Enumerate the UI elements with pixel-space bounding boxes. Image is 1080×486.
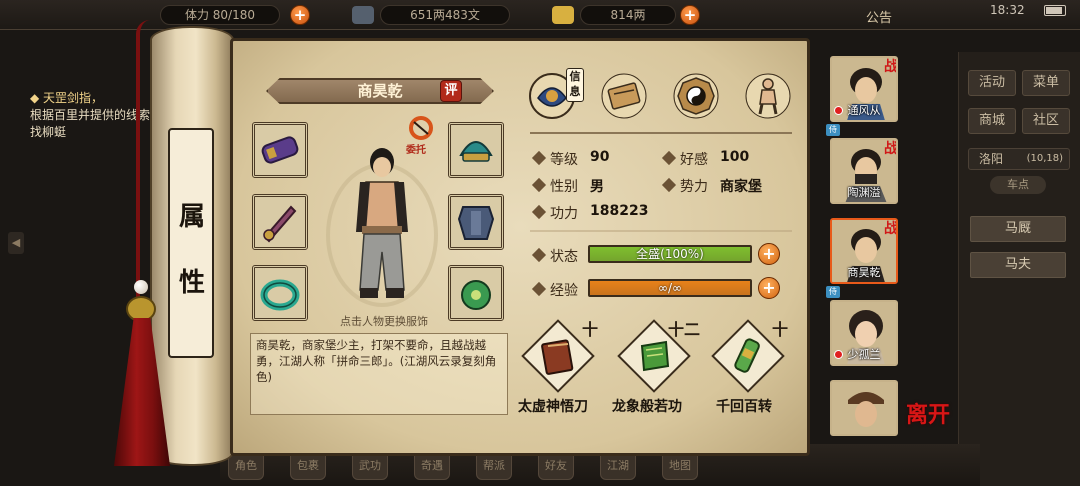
member-name: 商昊乾 bbox=[847, 266, 881, 279]
evaluate-button[interactable]: 评 bbox=[440, 80, 462, 102]
silver-ingot-icon bbox=[552, 6, 574, 24]
member-name: 陶渊溢 bbox=[847, 186, 881, 199]
equip-slot-amulet[interactable] bbox=[448, 265, 504, 321]
menu-button[interactable]: 菜单 bbox=[1022, 70, 1070, 96]
location-indicator[interactable]: 洛阳 (10,18) bbox=[968, 148, 1070, 170]
scroll-title: 属性 bbox=[178, 202, 205, 298]
exp-label: 经验 bbox=[550, 283, 578, 299]
shop-button[interactable]: 商城 bbox=[968, 108, 1016, 134]
skill-1-name: 太虚神悟刀 bbox=[518, 399, 588, 415]
character-description: 商昊乾，商家堡少主，打架不要命，且越战越勇，江湖人称「拼命三郎」。(江湖风云录复… bbox=[250, 333, 508, 415]
in-battle-mark: 战 bbox=[884, 59, 898, 75]
leave-button[interactable]: 离开 bbox=[906, 404, 952, 426]
team-member-4[interactable]: 少孤兰 bbox=[830, 300, 898, 366]
level-value: 90 bbox=[590, 149, 610, 165]
community-button[interactable]: 社区 bbox=[1022, 108, 1070, 134]
location-name: 洛阳 bbox=[979, 152, 1004, 166]
pearl-ornament bbox=[134, 280, 148, 294]
npc-stable[interactable]: 马厩 bbox=[970, 216, 1066, 242]
armor-icon bbox=[457, 206, 495, 240]
add-silver-button[interactable]: + bbox=[680, 5, 700, 25]
member-tag-icon: 侍 bbox=[826, 286, 840, 298]
power-label: 功力 bbox=[550, 206, 578, 222]
meridian-tab-icon[interactable] bbox=[744, 72, 792, 120]
equip-slot-gloves[interactable] bbox=[252, 122, 308, 178]
member-tag-icon: 侍 bbox=[826, 124, 840, 136]
status-label: 状态 bbox=[550, 249, 578, 265]
team-member-2[interactable]: 战 陶渊溢 bbox=[830, 138, 898, 204]
skill-slot-3[interactable] bbox=[711, 319, 785, 393]
entrust-icon[interactable] bbox=[408, 116, 434, 140]
jade-pendant-icon bbox=[461, 280, 491, 310]
gauntlet-icon bbox=[261, 136, 299, 164]
bars-divider bbox=[530, 230, 792, 232]
copper-counter: 651两483文 bbox=[380, 5, 510, 25]
equip-slot-ring[interactable] bbox=[252, 265, 308, 321]
scroll-book-tab-icon[interactable] bbox=[600, 72, 648, 120]
battery-icon bbox=[1044, 5, 1066, 16]
exp-bar-text: ∞/∞ bbox=[657, 281, 683, 295]
member-avatar bbox=[832, 382, 896, 434]
member-name: 少孤兰 bbox=[847, 348, 881, 361]
skill-slot-1[interactable] bbox=[521, 319, 595, 393]
helmet-icon bbox=[459, 141, 493, 162]
restore-status-button[interactable]: + bbox=[758, 243, 780, 265]
scroll-manual-icon bbox=[734, 338, 760, 373]
in-battle-mark: 战 bbox=[884, 141, 898, 157]
blade-manual-icon bbox=[541, 339, 574, 375]
status-bar-text: 全盛(100%) bbox=[636, 247, 704, 261]
location-coord: (10,18) bbox=[1026, 153, 1063, 164]
skill-3-name: 千回百转 bbox=[716, 399, 772, 415]
notice-button[interactable]: 公告 bbox=[866, 7, 892, 26]
team-member-3[interactable]: 战 商昊乾 bbox=[830, 218, 898, 284]
equip-slot-armor[interactable] bbox=[448, 194, 504, 250]
faction-label: 势力 bbox=[680, 179, 708, 195]
bagua-tab-icon[interactable] bbox=[672, 72, 720, 120]
jade-ring-icon bbox=[260, 279, 300, 311]
equip-slot-helmet[interactable] bbox=[448, 122, 504, 178]
change-outfit-hint: 点击人物更换服饰 bbox=[340, 315, 428, 328]
team-member-1[interactable]: 战 通风从 bbox=[830, 56, 898, 122]
npc-groom[interactable]: 马夫 bbox=[970, 252, 1066, 278]
add-stamina-button[interactable]: + bbox=[290, 5, 310, 25]
level-label: 等级 bbox=[550, 152, 578, 168]
chevron-left-icon[interactable]: ◀ bbox=[8, 232, 24, 254]
equip-slot-weapon[interactable] bbox=[252, 194, 308, 250]
status-bar: 全盛(100%) bbox=[588, 245, 752, 263]
stamina-counter: 体力 80/180 bbox=[160, 5, 280, 25]
skill-slot-2[interactable] bbox=[617, 319, 691, 393]
team-member-5[interactable] bbox=[830, 380, 898, 436]
stats-divider bbox=[530, 132, 792, 134]
station-tab[interactable]: 车点 bbox=[990, 176, 1046, 194]
exp-bar: ∞/∞ bbox=[588, 279, 752, 297]
info-tab-label[interactable]: 信息 bbox=[566, 68, 584, 102]
favor-value: 100 bbox=[720, 149, 750, 165]
faction-value: 商家堡 bbox=[720, 179, 762, 195]
favor-label: 好感 bbox=[680, 152, 708, 168]
silver-counter: 814两 bbox=[580, 5, 676, 25]
activity-button[interactable]: 活动 bbox=[968, 70, 1016, 96]
blade-icon bbox=[263, 205, 297, 243]
member-name: 通风从 bbox=[847, 104, 881, 117]
prajna-manual-icon bbox=[640, 340, 670, 372]
status-clock: 18:32 bbox=[990, 3, 1025, 17]
power-value: 188223 bbox=[590, 203, 649, 219]
skill-2-name: 龙象般若功 bbox=[612, 399, 682, 415]
gender-value: 男 bbox=[590, 179, 604, 195]
gender-label: 性别 bbox=[550, 179, 578, 195]
in-battle-mark: 战 bbox=[884, 221, 898, 237]
copper-coin-icon bbox=[352, 6, 374, 24]
character-portrait[interactable] bbox=[326, 140, 438, 312]
add-exp-button[interactable]: + bbox=[758, 277, 780, 299]
